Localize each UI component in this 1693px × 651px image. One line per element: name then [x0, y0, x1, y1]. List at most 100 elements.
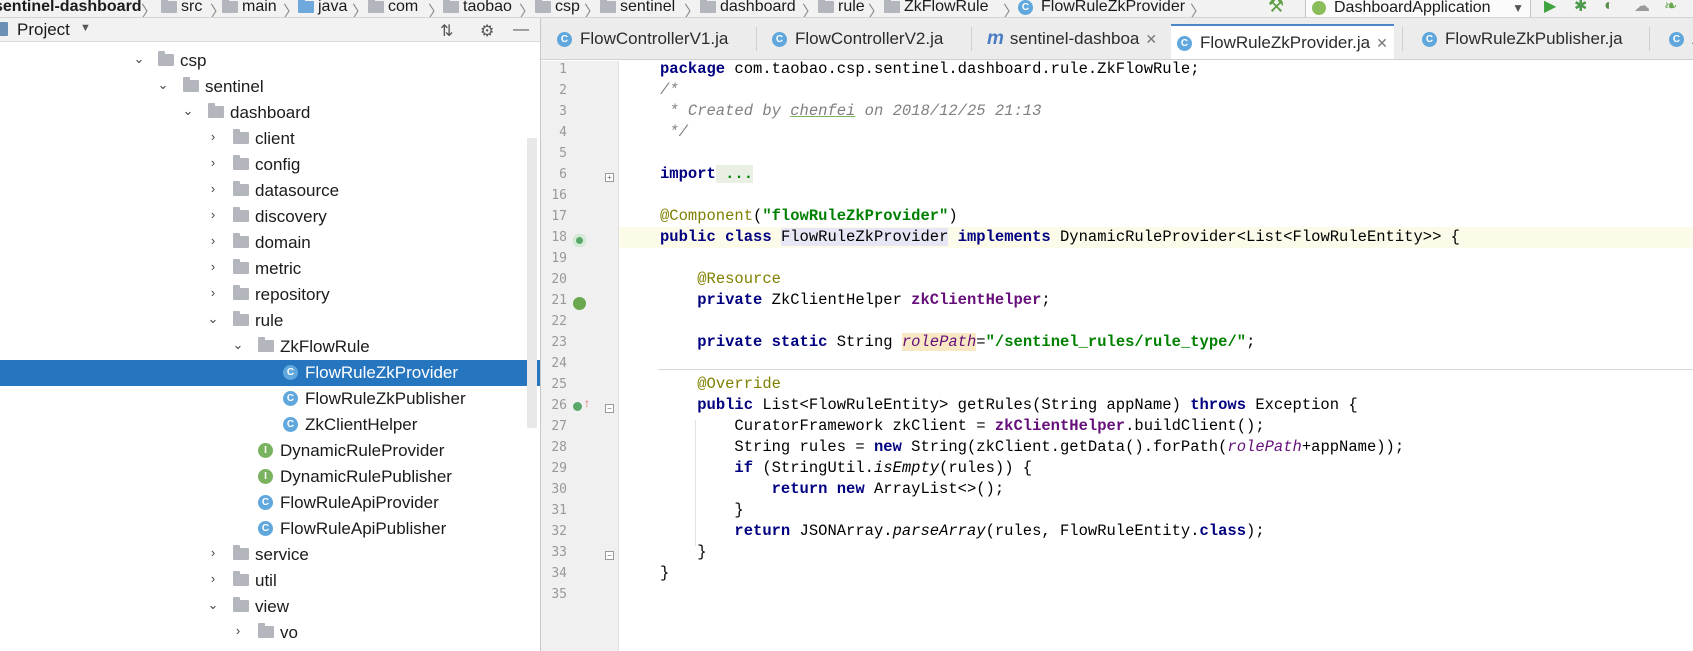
tree-item-flowruleapiprovider[interactable]: C FlowRuleApiProvider	[0, 490, 540, 516]
class-icon: C	[283, 365, 298, 380]
spring-boot-icon	[1312, 1, 1326, 15]
tree-item-util[interactable]: › util	[0, 568, 540, 594]
expand-arrow-icon[interactable]: ⌄	[231, 337, 245, 353]
line-number: 34	[551, 566, 567, 581]
tree-item-zkflowrule[interactable]: ⌄ ZkFlowRule	[0, 334, 540, 360]
editor-tabs: C FlowControllerV1.ja C FlowControllerV2…	[541, 18, 1693, 60]
implements-gutter-icon[interactable]	[573, 234, 586, 247]
tab-label: sentinel-dashboa	[1009, 29, 1140, 48]
hide-panel-icon[interactable]: —	[513, 21, 529, 39]
expand-arrow-icon[interactable]: ›	[206, 285, 220, 300]
tree-item-dynamicrulepublisher[interactable]: I DynamicRulePublisher	[0, 464, 540, 490]
breadcrumb-item[interactable]: taobao	[443, 0, 512, 17]
tab-flowrulezkprovider[interactable]: C FlowRuleZkProvider.ja ✕	[1171, 24, 1394, 59]
tree-item-sentinel[interactable]: ⌄ sentinel	[0, 74, 540, 100]
method-separator	[658, 369, 1693, 370]
breadcrumb-item[interactable]: java	[298, 0, 347, 17]
fold-toggle-icon[interactable]: +	[605, 173, 614, 182]
coverage-icon[interactable]: ◐	[1604, 0, 1614, 15]
debug-icon[interactable]: ✱	[1574, 0, 1587, 15]
breadcrumb-item[interactable]: src	[161, 0, 202, 17]
expand-arrow-icon[interactable]: ›	[206, 155, 220, 170]
close-icon[interactable]: ✕	[1145, 31, 1157, 48]
code-token: @Override	[697, 375, 781, 393]
folder-icon	[258, 337, 274, 352]
run-icon[interactable]: ▶	[1544, 0, 1556, 15]
expand-arrow-icon[interactable]: ›	[231, 623, 245, 638]
fold-toggle-icon[interactable]: −	[605, 404, 614, 413]
tree-item-client[interactable]: › client	[0, 126, 540, 152]
gear-icon[interactable]: ⚙	[480, 21, 494, 41]
class-icon: C	[258, 521, 273, 536]
expand-arrow-icon[interactable]: ›	[206, 129, 220, 144]
expand-arrow-icon[interactable]: ›	[206, 181, 220, 196]
tab-sentinel-dashboard-pom[interactable]: m sentinel-dashboa ✕	[987, 26, 1157, 52]
tree-item-csp[interactable]: ⌄ csp	[0, 48, 540, 74]
tree-item-flowruleapipublisher[interactable]: C FlowRuleApiPublisher	[0, 516, 540, 542]
expand-arrow-icon[interactable]: ⌄	[181, 103, 195, 119]
code-editor[interactable]: 1 2 3 4 5 6 16 17 18 19 20 21 22 23 24 2…	[541, 61, 1693, 651]
breadcrumb-item[interactable]: sentinel-dashboard	[0, 0, 142, 17]
tree-item-dynamicruleprovider[interactable]: I DynamicRuleProvider	[0, 438, 540, 464]
tree-item-service[interactable]: › service	[0, 542, 540, 568]
run-configuration-select[interactable]: DashboardApplication ▼	[1305, 0, 1531, 17]
close-icon[interactable]: ✕	[1376, 35, 1388, 52]
expand-arrow-icon[interactable]: ⌄	[206, 311, 220, 327]
tree-item-label: ZkFlowRule	[280, 337, 370, 356]
expand-arrow-icon[interactable]: ⌄	[132, 51, 146, 67]
fold-toggle-icon[interactable]: −	[605, 551, 614, 560]
tab-flowcontrollerv1[interactable]: C FlowControllerV1.ja	[557, 26, 728, 52]
project-view-title[interactable]: Project	[17, 20, 70, 40]
tree-item-repository[interactable]: › repository	[0, 282, 540, 308]
profiler-icon[interactable]: ☁	[1634, 0, 1650, 15]
tab-flowcontrollerv2[interactable]: C FlowControllerV2.ja	[772, 26, 943, 52]
tab-flowrulezkpublisher[interactable]: C FlowRuleZkPublisher.ja	[1422, 26, 1623, 52]
expand-arrow-icon[interactable]: ›	[206, 233, 220, 248]
tree-item-dashboard[interactable]: ⌄ dashboard	[0, 100, 540, 126]
code-token: zkClientHelper	[994, 417, 1126, 435]
code-token[interactable]: ...	[715, 165, 754, 183]
expand-arrow-icon[interactable]: ⌄	[206, 597, 220, 613]
jrebel-icon[interactable]: ❧	[1664, 0, 1677, 15]
tree-item-discovery[interactable]: › discovery	[0, 204, 540, 230]
breadcrumb-item[interactable]: com	[368, 0, 418, 17]
tree-item-metric[interactable]: › metric	[0, 256, 540, 282]
tree-item-vo[interactable]: › vo	[0, 620, 540, 646]
tree-item-flowrulezkprovider[interactable]: C FlowRuleZkProvider	[0, 360, 540, 386]
tree-item-config[interactable]: › config	[0, 152, 540, 178]
code-line: String rules = new String(zkClient.getDa…	[619, 437, 1693, 458]
breadcrumb-item[interactable]: sentinel	[600, 0, 675, 17]
expand-arrow-icon[interactable]: ⌄	[156, 77, 170, 93]
code-token: (rules, FlowRuleEntity.	[985, 522, 1200, 540]
code-line: @Component("flowRuleZkProvider")	[619, 206, 1693, 227]
tree-item-rule[interactable]: ⌄ rule	[0, 308, 540, 334]
tree-item-domain[interactable]: › domain	[0, 230, 540, 256]
breadcrumb-item[interactable]: ZkFlowRule	[884, 0, 988, 17]
tree-item-view[interactable]: ⌄ view	[0, 594, 540, 620]
chevron-down-icon[interactable]: ▼	[80, 22, 91, 34]
code-token: zkClientHelper	[911, 291, 1042, 309]
project-scrollbar[interactable]	[527, 138, 537, 428]
collapse-all-icon[interactable]: ⇅	[440, 21, 453, 41]
tab-overflow[interactable]: C Z	[1669, 26, 1693, 52]
tree-item-flowrulezkpublisher[interactable]: C FlowRuleZkPublisher	[0, 386, 540, 412]
override-gutter-icon[interactable]	[573, 402, 582, 411]
breadcrumb-item[interactable]: dashboard	[700, 0, 796, 17]
breadcrumb-item[interactable]: csp	[535, 0, 580, 17]
line-number: 30	[551, 482, 567, 497]
tree-item-label: client	[255, 129, 295, 148]
code-token: JSONArray.	[790, 522, 893, 540]
expand-arrow-icon[interactable]: ›	[206, 207, 220, 222]
breadcrumb-item[interactable]: C FlowRuleZkProvider	[1018, 0, 1185, 17]
tree-item-datasource[interactable]: › datasource	[0, 178, 540, 204]
code-line: private ZkClientHelper zkClientHelper;	[619, 290, 1693, 311]
breadcrumb-item[interactable]: rule	[818, 0, 865, 17]
expand-arrow-icon[interactable]: ›	[206, 259, 220, 274]
build-hammer-icon[interactable]: ⚒	[1268, 0, 1284, 16]
expand-arrow-icon[interactable]: ›	[206, 571, 220, 586]
tree-item-zkclienthelper[interactable]: C ZkClientHelper	[0, 412, 540, 438]
breadcrumb-item[interactable]: main	[222, 0, 277, 17]
bean-gutter-icon[interactable]	[573, 297, 586, 310]
tree-item-label: DynamicRulePublisher	[280, 467, 452, 486]
expand-arrow-icon[interactable]: ›	[206, 545, 220, 560]
